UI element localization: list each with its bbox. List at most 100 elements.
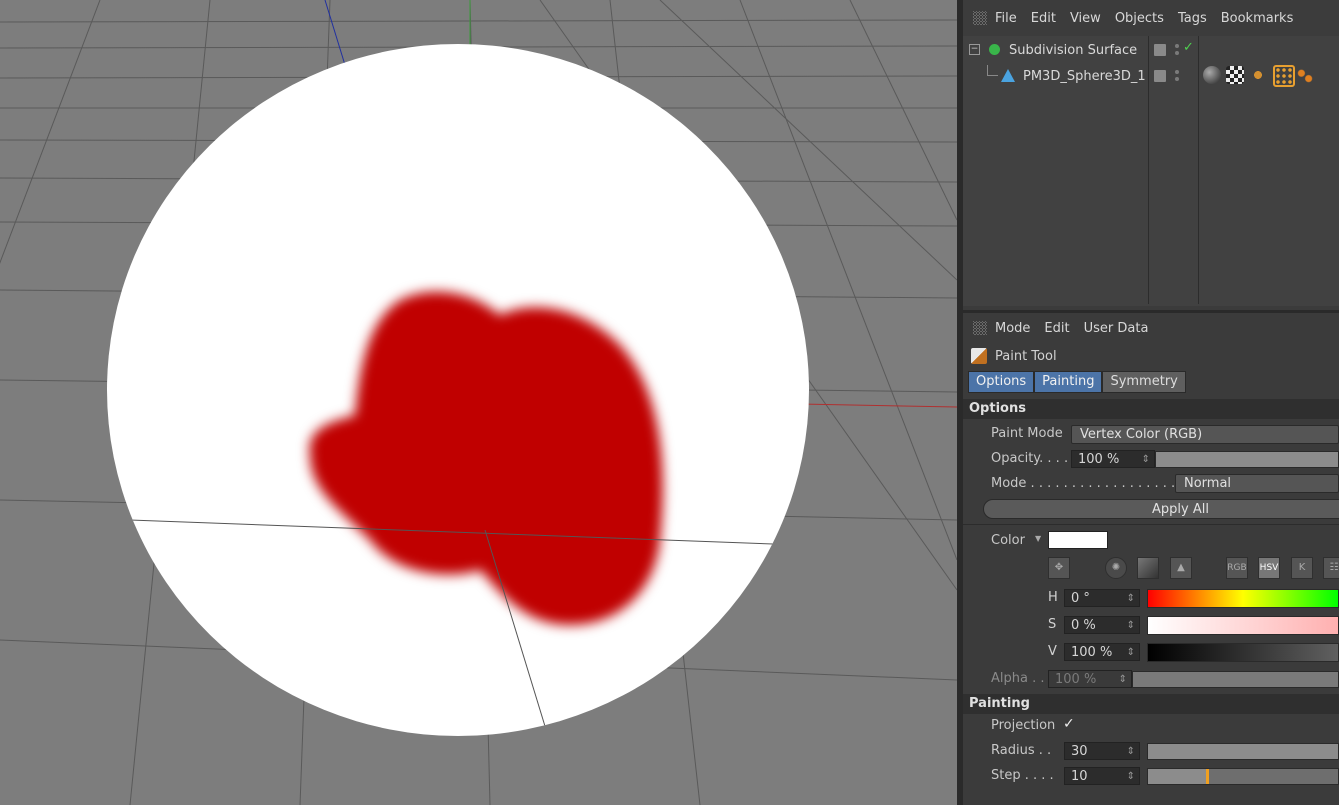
radius-row: Radius . . 30 ⇕ [963, 739, 1339, 764]
expand-icon[interactable]: − [969, 44, 980, 55]
viewport-canvas[interactable] [0, 0, 957, 805]
attribute-manager-menubar: Mode Edit User Data [963, 313, 1339, 343]
kelvin-mode-button[interactable]: K [1291, 557, 1313, 579]
apply-all-row: Apply All [963, 497, 1339, 522]
layer-flag-icon[interactable] [1154, 70, 1166, 82]
opacity-row: Opacity. . . . 100 % ⇕ [963, 447, 1339, 472]
saturation-value: 0 % [1071, 618, 1096, 633]
texture-tag-icon[interactable] [1226, 66, 1244, 84]
projection-row: Projection ✓ [963, 714, 1339, 739]
column-separator [1148, 36, 1149, 304]
tab-symmetry[interactable]: Symmetry [1102, 371, 1186, 393]
selection-tag-icon[interactable] [1273, 65, 1295, 87]
vertex-color-tag-icon[interactable] [1296, 66, 1314, 84]
mode-row: Mode . . . . . . . . . . . . . . . . . .… [963, 472, 1339, 497]
alpha-row: Alpha . . 100 % ⇕ [963, 667, 1339, 692]
visibility-dots-icon[interactable] [1175, 70, 1179, 82]
section-painting: Painting [963, 694, 1339, 714]
hue-slider[interactable] [1147, 589, 1339, 608]
mode-label: Mode . . . . . . . . . . . . . . . . . . [991, 476, 1176, 491]
3d-viewport[interactable] [0, 0, 957, 805]
menu-tags[interactable]: Tags [1178, 11, 1207, 26]
value-label: V [1048, 644, 1057, 659]
menu-objects[interactable]: Objects [1115, 11, 1164, 26]
hue-field[interactable]: 0 ° ⇕ [1064, 589, 1140, 607]
projection-label: Projection [991, 718, 1056, 733]
grip-icon[interactable] [973, 321, 987, 335]
grip-icon[interactable] [973, 11, 987, 25]
vertex-map-tag-icon[interactable] [1249, 66, 1267, 84]
opacity-field[interactable]: 100 % ⇕ [1071, 450, 1155, 468]
side-panel: File Edit View Objects Tags Bookmarks − … [963, 0, 1339, 805]
step-field[interactable]: 10 ⇕ [1064, 767, 1140, 785]
menu-edit[interactable]: Edit [1044, 321, 1069, 336]
menu-view[interactable]: View [1070, 11, 1101, 26]
hsv-mode-button[interactable]: HSV [1258, 557, 1280, 579]
color-mixer-icon[interactable]: ☷ [1323, 557, 1339, 579]
menu-user-data[interactable]: User Data [1084, 321, 1149, 336]
enabled-check-icon[interactable]: ✓ [1183, 40, 1194, 55]
attribute-manager: Mode Edit User Data Paint Tool Options P… [963, 310, 1339, 805]
value-field[interactable]: 100 % ⇕ [1064, 643, 1140, 661]
projection-checkbox[interactable]: ✓ [1063, 716, 1075, 732]
hue-value: 0 ° [1071, 591, 1090, 606]
saturation-field[interactable]: 0 % ⇕ [1064, 616, 1140, 634]
material-tag-icon[interactable] [1203, 66, 1221, 84]
paint-mode-dropdown[interactable]: Vertex Color (RGB) [1071, 425, 1339, 444]
color-expand-icon[interactable]: ▼ [1035, 534, 1041, 543]
spinner-icon[interactable]: ⇕ [1127, 644, 1135, 662]
spinner-icon[interactable]: ⇕ [1127, 743, 1135, 761]
object-name[interactable]: PM3D_Sphere3D_1 [1023, 69, 1146, 84]
spinner-icon[interactable]: ⇕ [1127, 617, 1135, 635]
apply-all-button[interactable]: Apply All [983, 499, 1339, 519]
step-row: Step . . . . 10 ⇕ [963, 764, 1339, 789]
saturation-row: S 0 % ⇕ [963, 613, 1339, 638]
image-picker-icon[interactable]: ▲ [1170, 557, 1192, 579]
menu-mode[interactable]: Mode [995, 321, 1030, 336]
alpha-value: 100 % [1055, 672, 1097, 687]
paint-tool-icon [971, 348, 987, 364]
saturation-label: S [1048, 617, 1057, 632]
menu-edit[interactable]: Edit [1031, 11, 1056, 26]
value-row: V 100 % ⇕ [963, 640, 1339, 665]
tool-name: Paint Tool [995, 348, 1057, 364]
tab-options[interactable]: Options [968, 371, 1035, 393]
paint-mode-row: Paint Mode Vertex Color (RGB) [963, 422, 1339, 447]
alpha-slider[interactable] [1132, 671, 1339, 688]
tree-connector [987, 65, 998, 76]
step-label: Step . . . . [991, 768, 1054, 783]
spinner-icon[interactable]: ⇕ [1127, 768, 1135, 786]
spinner-icon[interactable]: ⇕ [1127, 590, 1135, 608]
color-row: Color ▼ [963, 529, 1339, 554]
menu-bookmarks[interactable]: Bookmarks [1221, 11, 1294, 26]
object-manager: − Subdivision Surface ✓ PM3D_Sphere3D_1 [963, 36, 1339, 306]
tab-painting[interactable]: Painting [1034, 371, 1103, 393]
eyedropper-icon[interactable]: ✥ [1048, 557, 1070, 579]
spinner-icon[interactable]: ⇕ [1119, 671, 1127, 689]
opacity-slider[interactable] [1155, 451, 1339, 468]
hue-row: H 0 ° ⇕ [963, 586, 1339, 611]
radius-slider[interactable] [1147, 743, 1339, 760]
layer-flag-icon[interactable] [1154, 44, 1166, 56]
rgb-mode-button[interactable]: RGB [1226, 557, 1248, 579]
visibility-dots-icon[interactable] [1175, 44, 1179, 56]
radius-field[interactable]: 30 ⇕ [1064, 742, 1140, 760]
color-picker-tools: ✥ ✺ ▲ RGB HSV K ☷ [963, 554, 1339, 586]
object-name[interactable]: Subdivision Surface [1009, 43, 1137, 58]
color-swatch[interactable] [1048, 531, 1108, 549]
spinner-icon[interactable]: ⇕ [1142, 451, 1150, 469]
value-slider[interactable] [1147, 643, 1339, 662]
radius-label: Radius . . [991, 743, 1052, 758]
column-separator [1198, 36, 1199, 304]
opacity-value: 100 % [1078, 452, 1120, 467]
object-manager-menubar: File Edit View Objects Tags Bookmarks [963, 0, 1339, 37]
menu-file[interactable]: File [995, 11, 1017, 26]
alpha-field[interactable]: 100 % ⇕ [1048, 670, 1132, 688]
color-wheel-icon[interactable]: ✺ [1105, 557, 1127, 579]
color-label: Color [991, 533, 1025, 548]
value-value: 100 % [1071, 645, 1113, 660]
blend-mode-dropdown[interactable]: Normal [1175, 474, 1339, 493]
saturation-slider[interactable] [1147, 616, 1339, 635]
spectrum-icon[interactable] [1137, 557, 1159, 579]
step-slider[interactable] [1147, 768, 1339, 785]
